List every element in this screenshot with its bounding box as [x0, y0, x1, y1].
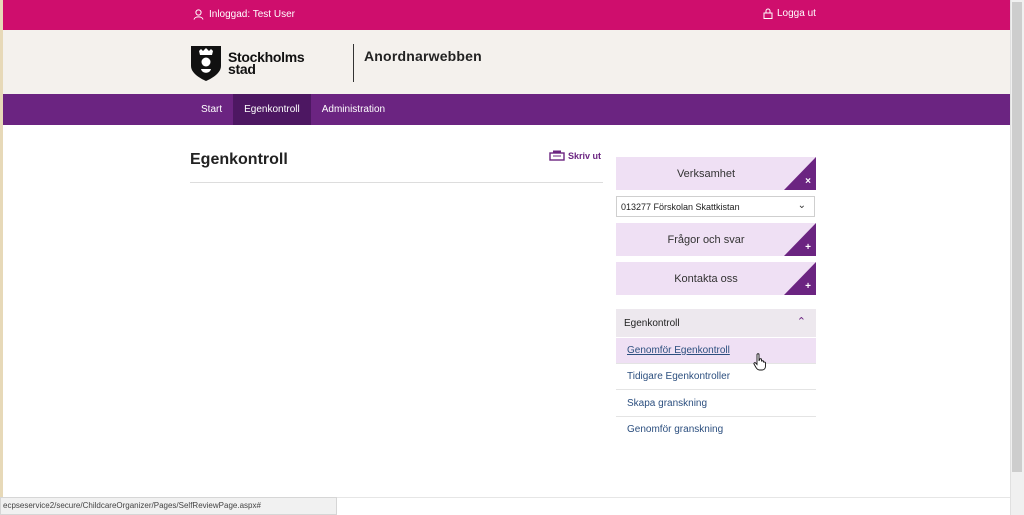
menu-link-genomfor-granskning[interactable]: Genomför granskning — [616, 417, 816, 443]
plus-icon: + — [805, 281, 811, 292]
egenkontroll-accordion-header[interactable]: Egenkontroll ⌃ — [616, 309, 816, 337]
stockholms-stad-logo[interactable]: Stockholms stad — [190, 44, 305, 82]
verksamhet-select[interactable]: 013277 Förskolan Skattkistan ⌄ — [616, 196, 815, 217]
city-crest-icon — [191, 46, 221, 81]
print-button[interactable]: Skriv ut — [549, 150, 601, 162]
nav-item-start[interactable]: Start — [190, 94, 233, 125]
lock-icon — [763, 8, 773, 19]
header-divider — [353, 44, 354, 82]
contact-label: Kontakta oss — [674, 272, 738, 285]
panel-corner — [784, 157, 816, 190]
status-url: ecpseservice2/secure/ChildcareOrganizer/… — [3, 501, 261, 510]
printer-icon — [549, 150, 565, 161]
contact-panel[interactable]: Kontakta oss + — [616, 262, 816, 295]
accordion-title: Egenkontroll — [624, 318, 680, 329]
page-title: Egenkontroll — [190, 151, 288, 168]
plus-icon: + — [805, 242, 811, 253]
logged-in-user: Inloggad: Test User — [193, 9, 295, 20]
user-icon — [193, 9, 204, 20]
panel-corner — [784, 262, 816, 295]
close-icon[interactable]: × — [805, 176, 811, 187]
select-value: 013277 Förskolan Skattkistan — [621, 202, 740, 212]
faq-label: Frågor och svar — [667, 233, 745, 246]
chevron-down-icon: ⌄ — [797, 200, 806, 211]
print-label: Skriv ut — [568, 151, 602, 161]
menu-link-tidigare-egenkontroller[interactable]: Tidigare Egenkontroller — [616, 364, 816, 390]
verksamhet-panel[interactable]: Verksamhet × — [616, 157, 816, 190]
bottom-band — [337, 497, 1010, 515]
panel-corner — [784, 223, 816, 256]
verksamhet-label: Verksamhet — [676, 167, 736, 180]
top-bar: Inloggad: Test User Logga ut — [3, 0, 1010, 30]
logged-in-text: Inloggad: Test User — [209, 9, 295, 20]
logout-link[interactable]: Logga ut — [763, 8, 816, 19]
chevron-up-icon: ⌃ — [796, 316, 806, 328]
site-header: Stockholms stad Anordnarwebben — [3, 30, 1010, 94]
main-nav: Start Egenkontroll Administration — [3, 94, 1010, 125]
menu-link-genomfor-egenkontroll[interactable]: Genomför Egenkontroll — [616, 338, 816, 364]
faq-panel[interactable]: Frågor och svar + — [616, 223, 816, 256]
nav-item-egenkontroll[interactable]: Egenkontroll — [233, 94, 311, 125]
browser-status-bar: ecpseservice2/secure/ChildcareOrganizer/… — [0, 497, 337, 515]
scrollbar-thumb[interactable] — [1012, 2, 1022, 472]
app-name: Anordnarwebben — [364, 48, 482, 64]
hand-cursor-icon — [753, 353, 766, 371]
menu-link-skapa-granskning[interactable]: Skapa granskning — [616, 391, 816, 417]
logout-label: Logga ut — [777, 8, 816, 19]
browser-viewport: Inloggad: Test User Logga ut Stockholms … — [0, 0, 1024, 515]
title-divider — [190, 182, 603, 183]
nav-item-administration[interactable]: Administration — [311, 94, 396, 125]
